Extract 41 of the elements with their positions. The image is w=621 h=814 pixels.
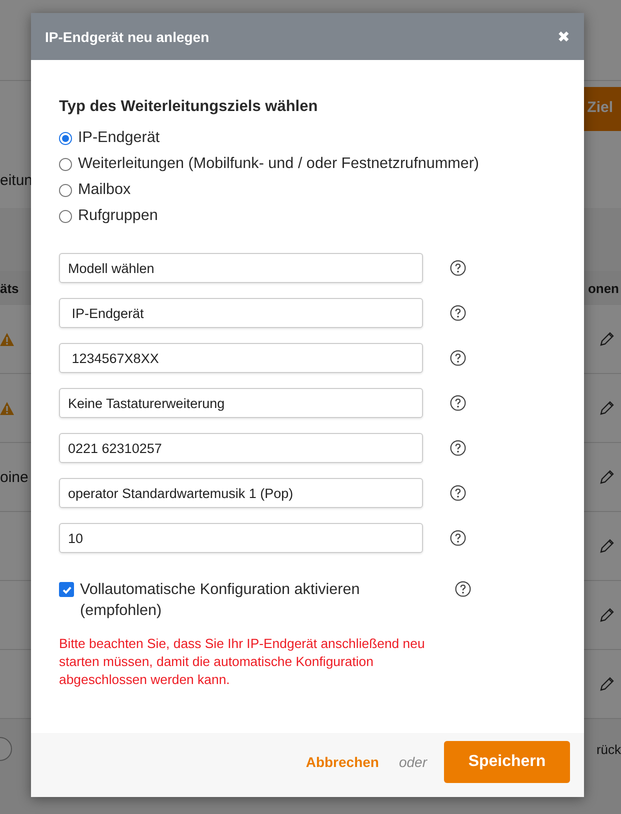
pencil-icon[interactable] [599,400,615,416]
input-field[interactable]: 1234567X8XX [59,343,423,373]
pencil-icon[interactable] [599,607,615,623]
radio-button[interactable] [59,184,72,196]
section-label: eitun [0,172,33,189]
radio-label: Rufgruppen [78,207,158,225]
close-button[interactable]: ✖ [557,28,570,46]
input-field[interactable]: Keine Tastaturerweiterung [59,388,423,418]
help-icon[interactable] [450,395,466,411]
back-label: rück [596,742,621,756]
help-icon[interactable] [450,440,466,456]
help-icon[interactable] [450,260,466,276]
section-title: Typ des Weiterleitungsziels wählen [59,98,319,116]
radio-button[interactable] [59,158,72,170]
help-icon[interactable] [450,485,466,501]
table-cell: oine [0,468,28,486]
radio-label: Weiterleitungen (Mobilfunk- und / oder Festnetzrufnummer) [78,155,480,173]
pencil-icon[interactable] [599,331,615,347]
help-icon[interactable] [450,350,466,366]
help-icon[interactable] [450,530,466,546]
help-icon[interactable] [450,305,466,321]
input-field[interactable]: 10 [59,523,423,553]
help-icon[interactable] [455,581,471,597]
dialog-title: IP-Endgerät neu anlegen [45,28,210,44]
input-field[interactable]: 0221 62310257 [59,433,423,463]
radio-label: IP-Endgerät [78,129,160,147]
input-field[interactable]: Modell wählen [59,253,423,283]
pencil-icon[interactable] [599,538,615,554]
column-header: onen [588,280,619,296]
pencil-icon[interactable] [599,676,615,692]
pencil-icon[interactable] [599,469,615,485]
checkbox[interactable] [59,582,74,597]
checkbox-label: Vollautomatische Konfiguration aktivieren (empfohlen) [80,580,361,621]
input-field[interactable]: operator Standardwartemusik 1 (Pop) [59,478,423,508]
column-header: äts [0,280,19,296]
input-field[interactable]: IP-Endgerät [59,298,423,328]
or-label: oder [398,754,427,770]
warning-text: Bitte beachten Sie, dass Sie Ihr IP-Endgerät anschließend neu starten müssen, damit die automatische Konfiguration abgeschlossen werden kann. [59,635,426,689]
radio-label: Mailbox [78,181,131,199]
radio-button[interactable] [59,132,72,144]
radio-button[interactable] [59,210,72,222]
